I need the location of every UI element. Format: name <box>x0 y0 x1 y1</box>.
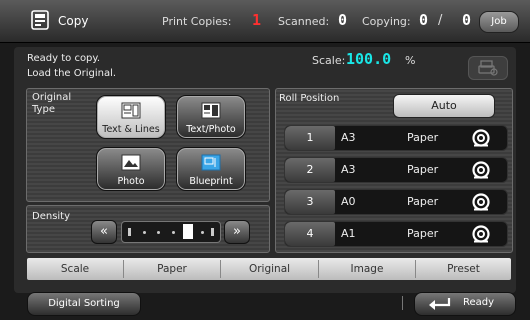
type-text-photo-label: Text/Photo <box>186 124 236 135</box>
density-tick <box>172 231 175 234</box>
roll-size: A1 <box>341 227 356 240</box>
original-type-label-line1: Original <box>32 92 72 103</box>
type-text-photo-button[interactable]: Text/Photo <box>176 95 246 139</box>
roll-row-1[interactable]: 1 A3 Paper <box>284 125 508 151</box>
copy-machine-icon <box>31 10 49 30</box>
scale-label: Scale: <box>312 54 346 67</box>
density-level-indicator <box>182 224 193 239</box>
digital-sorting-button[interactable]: Digital Sorting <box>27 292 141 316</box>
type-photo-label: Photo <box>117 176 145 187</box>
print-copies-value: 1 <box>252 11 262 29</box>
type-text-lines-button[interactable]: Text & Lines <box>96 95 166 139</box>
roll-paper-icon <box>472 161 490 179</box>
ready-label: Ready <box>463 297 495 308</box>
roll-paper-icon <box>472 193 490 211</box>
density-increase-button[interactable]: » <box>224 220 250 244</box>
roll-number: 1 <box>285 126 335 150</box>
type-blueprint-button[interactable]: Blueprint <box>176 147 246 191</box>
roll-media: Paper <box>407 227 439 240</box>
density-tick <box>142 231 146 234</box>
copying-value: 0 <box>419 11 429 29</box>
density-scale <box>121 221 221 243</box>
scanned-value: 0 <box>338 11 348 29</box>
tab-image[interactable]: Image <box>319 258 415 280</box>
tab-preset[interactable]: Preset <box>416 258 511 280</box>
roll-row-3[interactable]: 3 A0 Paper <box>284 189 508 215</box>
density-tick <box>201 231 205 234</box>
scanned-label: Scanned: <box>278 15 330 28</box>
scale-value: 100.0 <box>346 50 392 68</box>
status-line-1: Ready to copy. <box>27 53 101 64</box>
scale-unit: % <box>405 54 416 67</box>
type-blueprint-label: Blueprint <box>189 176 233 187</box>
density-end-mark <box>211 228 214 236</box>
page-title: Copy <box>58 14 89 28</box>
roll-paper-icon <box>472 129 490 147</box>
copying-total: 0 <box>462 11 472 29</box>
sample-print-button[interactable] <box>468 56 508 80</box>
type-text-lines-label: Text & Lines <box>102 124 160 135</box>
roll-number: 2 <box>285 158 335 182</box>
text-photo-icon <box>201 102 221 119</box>
density-decrease-button[interactable]: « <box>91 220 117 244</box>
roll-number: 4 <box>285 222 335 246</box>
text-lines-icon <box>121 102 141 119</box>
printer-icon <box>478 60 498 76</box>
density-end-mark <box>128 228 131 236</box>
footer-divider <box>402 296 403 310</box>
roll-media: Paper <box>407 163 439 176</box>
density-label: Density <box>32 211 71 222</box>
ready-button[interactable]: Ready <box>414 292 516 316</box>
return-arrow-icon <box>429 298 451 310</box>
roll-row-2[interactable]: 2 A3 Paper <box>284 157 508 183</box>
roll-media: Paper <box>407 131 439 144</box>
print-copies-label: Print Copies: <box>162 15 232 28</box>
roll-position-label: Roll Position <box>279 93 340 104</box>
copying-label: Copying: <box>362 15 411 28</box>
roll-row-4[interactable]: 4 A1 Paper <box>284 221 508 247</box>
photo-icon <box>121 154 141 171</box>
job-button[interactable]: Job <box>479 11 519 33</box>
tab-original[interactable]: Original <box>221 258 318 280</box>
type-photo-button[interactable]: Photo <box>96 147 166 191</box>
roll-number: 3 <box>285 190 335 214</box>
roll-media: Paper <box>407 195 439 208</box>
roll-size: A3 <box>341 131 356 144</box>
tab-scale[interactable]: Scale <box>27 258 123 280</box>
blueprint-icon <box>201 154 221 171</box>
density-tick <box>157 231 161 234</box>
roll-auto-button[interactable]: Auto <box>393 94 495 118</box>
roll-size: A3 <box>341 163 356 176</box>
original-type-label-line2: Type <box>32 104 55 115</box>
roll-paper-icon <box>472 225 490 243</box>
tab-paper[interactable]: Paper <box>124 258 220 280</box>
status-line-2: Load the Original. <box>27 68 117 79</box>
roll-size: A0 <box>341 195 356 208</box>
copying-separator: / <box>438 13 443 28</box>
